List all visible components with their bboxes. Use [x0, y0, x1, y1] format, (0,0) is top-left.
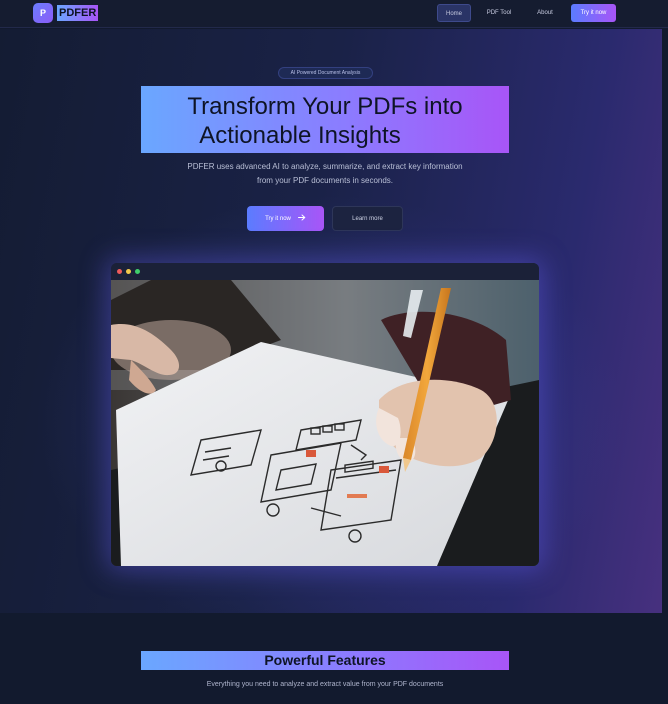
ai-badge: AI Powered Document Analysis	[278, 67, 373, 79]
nav-link-home[interactable]: Home	[437, 4, 471, 22]
headline-line-1: Transform Your PDFs into	[187, 93, 463, 120]
hero-headline: Transform Your PDFs into Actionable Insi…	[141, 86, 509, 153]
window-titlebar	[111, 263, 539, 280]
try-it-now-label: Try it now	[265, 215, 291, 222]
hero-description: PDFER uses advanced AI to analyze, summa…	[166, 160, 484, 187]
headline-line-2: Actionable Insights	[199, 122, 401, 149]
features-subtitle: Everything you need to analyze and extra…	[206, 681, 444, 688]
nav-try-button[interactable]: Try it now	[571, 4, 616, 22]
features-title: Powerful Features	[141, 651, 509, 670]
logo-icon[interactable]: P	[33, 3, 53, 23]
preview-window	[111, 263, 539, 566]
brand-name[interactable]: PDFER	[57, 5, 99, 21]
learn-more-button[interactable]: Learn more	[332, 206, 403, 231]
window-minimize-dot	[126, 269, 131, 274]
logo-letter: P	[39, 8, 46, 18]
hero-description-line-2: from your PDF documents in seconds.	[256, 175, 394, 185]
arrow-right-icon	[297, 214, 306, 223]
window-close-dot	[117, 269, 122, 274]
try-it-now-button[interactable]: Try it now	[247, 206, 324, 231]
nav-link-pdf-tool[interactable]: PDF Tool	[483, 4, 515, 22]
hero-description-line-1: PDFER uses advanced AI to analyze, summa…	[187, 162, 463, 171]
nav-link-about[interactable]: About	[531, 4, 559, 22]
top-nav: P PDFER Home PDF Tool About Try it now	[0, 0, 668, 28]
preview-image	[111, 280, 539, 566]
window-maximize-dot	[135, 269, 140, 274]
